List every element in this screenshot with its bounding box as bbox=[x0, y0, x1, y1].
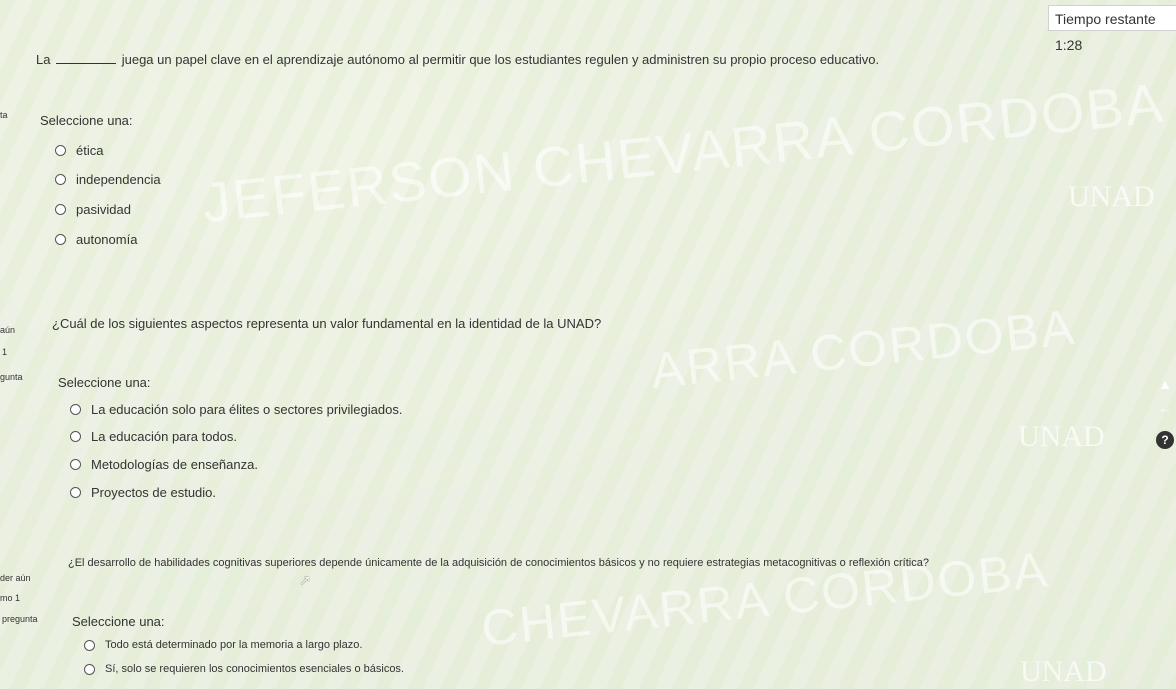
select-one-label: Seleccione una: bbox=[58, 375, 151, 390]
select-one-label: Seleccione una: bbox=[72, 614, 165, 629]
option-label: autonomía bbox=[76, 232, 138, 247]
sidebar-fragment: ta bbox=[0, 110, 8, 120]
radio-button[interactable] bbox=[84, 663, 95, 675]
option-label: Metodologías de enseñanza. bbox=[91, 457, 258, 472]
radio-button[interactable] bbox=[84, 639, 95, 651]
question-text: ¿El desarrollo de habilidades cognitivas… bbox=[68, 557, 929, 569]
help-icon[interactable]: ? bbox=[1156, 431, 1174, 449]
sidebar-fragment: der aún bbox=[0, 573, 31, 583]
option-conocimientos-basicos[interactable]: Sí, solo se requieren los conocimientos … bbox=[84, 663, 404, 675]
option-label: pasividad bbox=[76, 202, 131, 217]
unad-logo-3: UNAD bbox=[1020, 655, 1107, 688]
radio-button[interactable] bbox=[55, 204, 66, 215]
watermark-name-2: ARRA CORDOBA bbox=[648, 298, 1079, 400]
sidebar-fragment: pregunta bbox=[2, 614, 38, 624]
back-arrow-icon[interactable]: ← bbox=[1154, 397, 1176, 419]
unad-logo: UNAD bbox=[1068, 180, 1155, 213]
option-educacion-para-todos[interactable]: La educación para todos. bbox=[70, 429, 237, 444]
option-label: La educación para todos. bbox=[91, 429, 237, 444]
mouse-cursor-icon: ↗ bbox=[299, 572, 311, 588]
option-label: Todo está determinado por la memoria a l… bbox=[105, 639, 363, 651]
option-etica[interactable]: ética bbox=[55, 143, 103, 158]
option-autonomia[interactable]: autonomía bbox=[55, 232, 137, 247]
watermark-name: JEFERSON CHEVARRA CORDOBA bbox=[199, 70, 1168, 235]
question-text: ¿Cuál de los siguientes aspectos represe… bbox=[52, 316, 602, 331]
radio-button[interactable] bbox=[70, 487, 81, 498]
radio-button[interactable] bbox=[70, 459, 81, 470]
option-independencia[interactable]: independencia bbox=[55, 172, 161, 187]
radio-button[interactable] bbox=[55, 174, 66, 185]
option-pasividad[interactable]: pasividad bbox=[55, 202, 131, 217]
time-remaining: Tiempo restante 1:28 bbox=[1048, 5, 1176, 53]
select-one-label: Seleccione una: bbox=[40, 113, 133, 128]
radio-button[interactable] bbox=[55, 145, 66, 156]
scroll-up-icon[interactable]: ▲ bbox=[1154, 373, 1176, 395]
question-text: La juega un papel clave en el aprendizaj… bbox=[36, 52, 879, 67]
answer-blank bbox=[56, 53, 117, 64]
option-label: ética bbox=[76, 143, 104, 158]
option-memoria[interactable]: Todo está determinado por la memoria a l… bbox=[84, 639, 362, 651]
sidebar-fragment: aún bbox=[0, 325, 16, 335]
question-suffix: juega un papel clave en el aprendizaje a… bbox=[121, 52, 880, 67]
option-educacion-elites[interactable]: La educación solo para élites o sectores… bbox=[70, 402, 402, 417]
option-label: Proyectos de estudio. bbox=[91, 485, 217, 500]
unad-logo-2: UNAD bbox=[1018, 420, 1105, 453]
sidebar-fragment: gunta bbox=[0, 372, 23, 382]
sidebar-fragment: mo 1 bbox=[0, 593, 21, 603]
option-label: independencia bbox=[76, 172, 161, 187]
sidebar-fragment: 1 bbox=[2, 347, 8, 357]
option-label: La educación solo para élites o sectores… bbox=[91, 402, 403, 417]
option-metodologias[interactable]: Metodologías de enseñanza. bbox=[70, 457, 258, 472]
option-label: Sí, solo se requieren los conocimientos … bbox=[105, 663, 404, 675]
radio-button[interactable] bbox=[55, 234, 66, 245]
question-prefix: La bbox=[36, 52, 51, 67]
radio-button[interactable] bbox=[70, 404, 81, 415]
option-proyectos[interactable]: Proyectos de estudio. bbox=[70, 485, 216, 500]
radio-button[interactable] bbox=[70, 431, 81, 442]
